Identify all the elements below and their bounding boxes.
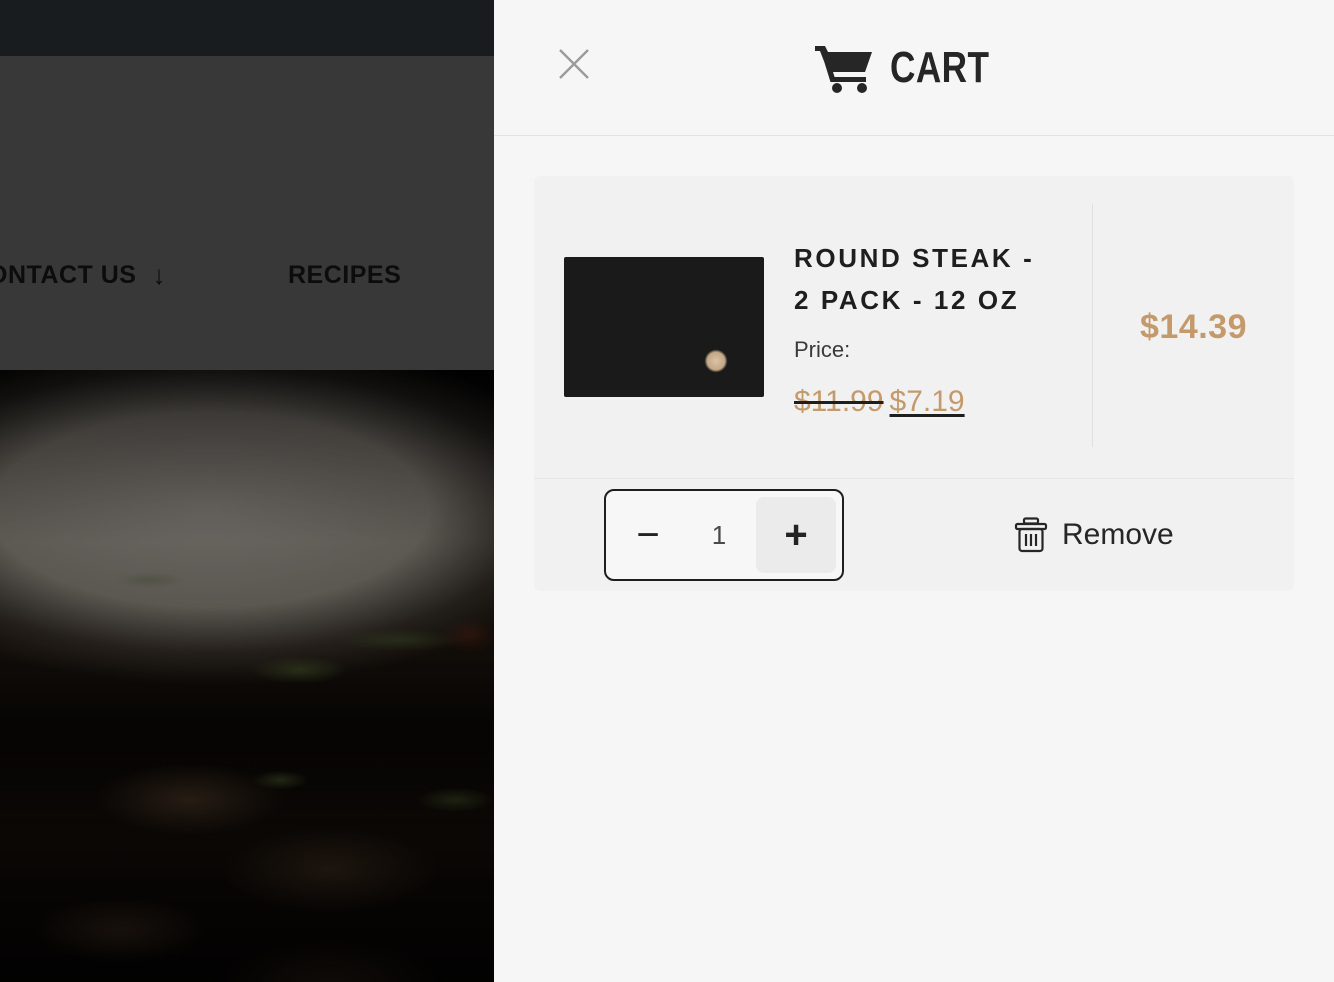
cart-title: CART: [494, 0, 1334, 136]
cart-item-thumbnail[interactable]: [564, 257, 764, 397]
site-navbar: ONTACT US ↓ RECIPES: [0, 56, 494, 370]
quantity-value[interactable]: 1: [682, 520, 756, 551]
cart-item-info: ROUND STEAK - 2 PACK - 12 OZ Price: $11.…: [764, 237, 1093, 417]
site-nav-links: ONTACT US ↓ RECIPES: [0, 252, 494, 298]
cart-body: ROUND STEAK - 2 PACK - 12 OZ Price: $11.…: [494, 136, 1334, 591]
nav-item-recipes[interactable]: RECIPES: [288, 261, 401, 290]
shopping-cart-icon: [814, 46, 872, 93]
cart-drawer-header: CART: [494, 0, 1334, 136]
background-site: ONTACT US ↓ RECIPES: [0, 0, 494, 982]
cart-item-price-label: Price:: [794, 337, 851, 363]
cart-item-title[interactable]: ROUND STEAK - 2 PACK - 12 OZ: [794, 237, 1059, 321]
cart-item-main: ROUND STEAK - 2 PACK - 12 OZ Price: $11.…: [534, 176, 1294, 478]
cart-item-price-row: $11.99 $7.19: [794, 387, 1059, 417]
cart-item-controls: − 1 + Remove: [534, 478, 1294, 591]
cart-drawer: CART ROUND STEAK - 2 PACK - 12 OZ Price:…: [494, 0, 1334, 982]
nav-item-recipes-label: RECIPES: [287, 260, 402, 289]
quantity-stepper: − 1 +: [604, 489, 844, 581]
quantity-decrement-button[interactable]: −: [606, 491, 682, 579]
cart-title-label: CART: [889, 43, 990, 92]
trash-icon: [1014, 517, 1048, 553]
cart-item: ROUND STEAK - 2 PACK - 12 OZ Price: $11.…: [534, 176, 1294, 591]
cart-item-line-total: $14.39: [1140, 307, 1247, 346]
cart-item-divider: [1092, 204, 1093, 447]
site-topbar: [0, 0, 494, 56]
screen: ONTACT US ↓ RECIPES CART ROUND STEAK - 2…: [0, 0, 1334, 982]
remove-button[interactable]: Remove: [1014, 517, 1174, 553]
remove-button-label: Remove: [1062, 518, 1174, 551]
quantity-increment-button[interactable]: +: [756, 497, 836, 573]
nav-item-contact-us-label: ONTACT US: [0, 260, 137, 289]
hero-food-photo: [0, 370, 494, 982]
cart-item-price-sale: $7.19: [889, 385, 965, 419]
nav-item-contact-us[interactable]: ONTACT US ↓: [0, 261, 166, 290]
arrow-down-icon: ↓: [152, 260, 166, 290]
cart-item-price-original: $11.99: [794, 385, 884, 419]
